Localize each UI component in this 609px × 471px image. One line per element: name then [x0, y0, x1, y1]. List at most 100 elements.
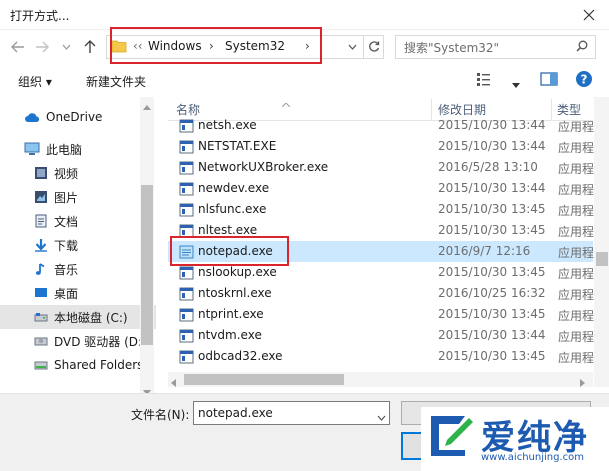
picture-icon: [35, 191, 47, 203]
table-row[interactable]: NETSTAT.EXE 2015/10/30 13:44 应用程: [168, 136, 594, 157]
table-row[interactable]: ntoskrnl.exe 2016/10/25 16:32 应用程: [168, 283, 595, 304]
exe-file-icon: [179, 350, 194, 367]
scroll-left-arrow-icon[interactable]: [171, 376, 176, 390]
table-row[interactable]: NetworkUXBroker.exe 2016/5/28 13:10 应用程: [168, 157, 595, 178]
help-button[interactable]: ?: [575, 70, 593, 91]
sidebar-item-this-pc[interactable]: 此电脑: [0, 137, 156, 161]
file-date: 2015/10/30 13:44: [438, 181, 546, 195]
exe-file-icon: [179, 308, 194, 325]
horizontal-scrollbar-thumb[interactable]: [184, 374, 344, 385]
file-type: 应用程: [558, 183, 595, 197]
preview-pane-icon: [540, 72, 558, 86]
sidebar-item-onedrive[interactable]: OneDrive: [0, 105, 156, 129]
sort-caret-icon: [281, 96, 291, 110]
file-list-scrollbar-thumb[interactable]: [596, 252, 608, 266]
sidebar-item-label: Shared Folders: [54, 358, 144, 372]
file-date: 2015/10/30 13:44: [438, 139, 546, 153]
forward-arrow-icon: [36, 41, 49, 53]
scroll-up-arrow-icon[interactable]: [143, 99, 151, 113]
file-name: newdev.exe: [198, 181, 270, 195]
file-type: 应用程: [558, 162, 595, 176]
table-row[interactable]: nlsfunc.exe 2015/10/30 13:45 应用程: [168, 199, 595, 220]
file-list-scrollbar[interactable]: [594, 97, 609, 387]
file-type: 应用程: [558, 120, 595, 134]
scroll-right-arrow-icon[interactable]: [580, 376, 585, 390]
sidebar-item-label: 图片: [54, 190, 79, 205]
file-type: 应用程: [558, 330, 595, 344]
sidebar-item-dvd-drive[interactable]: DVD 驱动器 (D:: [0, 329, 156, 353]
sidebar-item-label: 下载: [54, 238, 79, 253]
file-date: 2016/10/25 16:32: [438, 286, 546, 300]
file-date: 2015/10/30 13:44: [438, 118, 546, 132]
file-date: 2016/9/7 12:16: [438, 244, 531, 258]
address-dropdown-button[interactable]: [343, 37, 361, 57]
watermark-logo: [425, 410, 477, 465]
navigation-scrollbar-thumb[interactable]: [141, 185, 153, 345]
table-row[interactable]: newdev.exe 2015/10/30 13:44 应用程: [168, 178, 595, 199]
filename-value[interactable]: notepad.exe: [198, 406, 273, 420]
file-type: 应用程: [558, 267, 595, 281]
drive-icon: [34, 313, 48, 322]
forward-button[interactable]: [32, 37, 52, 57]
sidebar-item-local-disk-c[interactable]: 本地磁盘 (C:): [0, 305, 156, 329]
refresh-icon: [368, 41, 379, 52]
file-name: nslookup.exe: [198, 265, 277, 279]
sidebar-item-label: 此电脑: [46, 142, 83, 157]
search-icon: [576, 40, 588, 55]
search-input[interactable]: 搜索"System32": [404, 39, 499, 56]
up-button[interactable]: [80, 37, 100, 57]
filename-dropdown-button[interactable]: [377, 410, 386, 424]
sidebar-item-pictures[interactable]: 图片: [0, 185, 156, 209]
file-date: 2015/10/30 13:45: [438, 349, 546, 363]
exe-file-icon: [179, 140, 194, 157]
window-title: 打开方式...: [10, 9, 70, 23]
download-icon: [35, 239, 47, 252]
sidebar-item-label: 文档: [54, 214, 79, 229]
sidebar-item-downloads[interactable]: 下载: [0, 233, 156, 257]
sidebar-item-shared-folders[interactable]: Shared Folders: [0, 353, 156, 377]
caret-down-icon: [512, 83, 520, 88]
svg-text:?: ?: [581, 72, 588, 86]
refresh-button[interactable]: [363, 36, 383, 58]
sidebar-item-videos[interactable]: 视频: [0, 161, 156, 185]
file-name: ntoskrnl.exe: [198, 286, 272, 300]
file-date: 2015/10/30 13:45: [438, 202, 546, 216]
exe-file-icon: [179, 266, 194, 283]
filename-label: 文件名(N):: [131, 408, 190, 422]
back-button[interactable]: [8, 37, 28, 57]
exe-file-icon: [179, 203, 194, 220]
recent-locations-button[interactable]: [58, 37, 74, 57]
file-name: odbcad32.exe: [198, 349, 283, 363]
file-date: 2016/5/28 13:10: [438, 160, 538, 174]
table-row[interactable]: odbcad32.exe 2015/10/30 13:45 应用程: [168, 346, 595, 367]
up-arrow-icon: [84, 40, 96, 53]
sidebar-item-desktop[interactable]: 桌面: [0, 281, 156, 305]
table-row[interactable]: ntprint.exe 2015/10/30 13:45 应用程: [168, 304, 594, 325]
file-type: 应用程: [558, 246, 595, 260]
view-dropdown-button[interactable]: [512, 77, 520, 91]
preview-pane-button[interactable]: [540, 71, 558, 90]
view-list-icon: [477, 73, 490, 86]
organize-menu[interactable]: 组织 ▾: [18, 73, 52, 90]
sidebar-item-label: OneDrive: [46, 110, 103, 124]
file-name: ntprint.exe: [198, 307, 264, 321]
new-folder-button[interactable]: 新建文件夹: [86, 73, 146, 90]
view-options-button[interactable]: [476, 71, 498, 90]
file-type: 应用程: [558, 204, 595, 218]
file-name: nlsfunc.exe: [198, 202, 267, 216]
file-date: 2015/10/30 13:44: [438, 328, 546, 342]
cloud-icon: [25, 113, 40, 122]
sidebar-item-label: DVD 驱动器 (D:: [54, 334, 143, 349]
watermark-url: www.aichunjing.com: [481, 452, 584, 463]
computer-icon: [24, 142, 40, 155]
sidebar-item-music[interactable]: 音乐: [0, 257, 156, 281]
help-icon: ?: [576, 71, 592, 87]
video-icon: [35, 167, 47, 179]
table-row[interactable]: netsh.exe 2015/10/30 13:44 应用程: [168, 115, 595, 136]
table-row[interactable]: ntvdm.exe 2015/10/30 13:44 应用程: [168, 325, 595, 346]
file-type: 应用程: [558, 288, 595, 302]
close-button[interactable]: [568, 0, 609, 30]
sidebar-item-documents[interactable]: 文档: [0, 209, 156, 233]
file-type: 应用程: [558, 351, 595, 365]
exe-file-icon: [179, 329, 194, 346]
